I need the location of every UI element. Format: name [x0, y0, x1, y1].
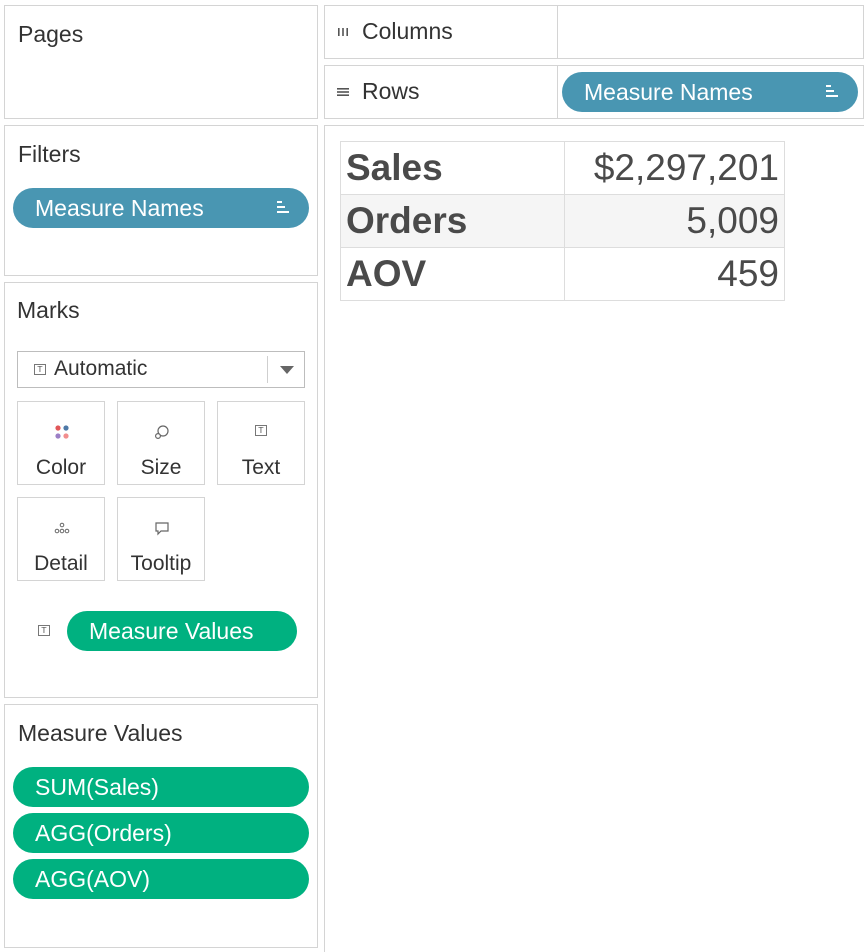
filter-pill-label: Measure Names	[35, 194, 204, 221]
color-icon	[55, 425, 69, 439]
shelf-divider	[557, 6, 558, 58]
row-header[interactable]: Sales	[340, 141, 565, 195]
measure-pill-sum-sales[interactable]: SUM(Sales)	[13, 767, 309, 807]
size-button[interactable]: Size	[117, 401, 205, 485]
mark-type-dropdown[interactable]: T Automatic	[17, 351, 305, 388]
measure-pill-label: AGG(Orders)	[35, 819, 172, 846]
table-row: Sales $2,297,201	[340, 141, 785, 195]
row-value[interactable]: $2,297,201	[564, 141, 785, 195]
row-value[interactable]: 459	[564, 247, 785, 301]
filter-pill-measure-names[interactable]: Measure Names	[13, 188, 309, 228]
pages-card: Pages	[4, 5, 318, 119]
color-button[interactable]: Color	[17, 401, 105, 485]
text-mark-icon: T	[34, 364, 46, 375]
table-row: AOV 459	[340, 247, 785, 301]
size-icon	[154, 425, 169, 440]
filters-title: Filters	[18, 141, 81, 167]
rows-pill-label: Measure Names	[584, 78, 753, 105]
marks-pill-measure-values[interactable]: Measure Values	[67, 611, 297, 651]
measure-pill-label: SUM(Sales)	[35, 773, 159, 800]
detail-icon	[54, 522, 70, 534]
table-row: Orders 5,009	[340, 194, 785, 248]
rows-icon	[337, 85, 349, 100]
text-icon: T	[255, 425, 267, 436]
tooltip-icon	[155, 522, 169, 536]
text-label: Text	[241, 456, 281, 479]
mark-type-value: Automatic	[54, 357, 148, 380]
detail-button[interactable]: Detail	[17, 497, 105, 581]
measure-pill-agg-orders[interactable]: AGG(Orders)	[13, 813, 309, 853]
shelf-divider	[557, 66, 558, 118]
detail-label: Detail	[34, 552, 88, 575]
rows-pill-measure-names[interactable]: Measure Names	[562, 72, 858, 112]
columns-label: Columns	[362, 18, 453, 44]
chevron-down-icon[interactable]	[280, 366, 294, 374]
measure-pill-agg-aov[interactable]: AGG(AOV)	[13, 859, 309, 899]
columns-icon	[337, 25, 349, 40]
marks-title: Marks	[17, 297, 80, 323]
measure-values-card: Measure Values SUM(Sales) AGG(Orders) AG…	[4, 704, 318, 948]
marks-pill-label: Measure Values	[89, 617, 254, 644]
size-label: Size	[140, 456, 182, 479]
rows-label: Rows	[362, 78, 420, 104]
filters-card: Filters Measure Names	[4, 125, 318, 276]
sort-icon	[826, 85, 838, 99]
text-button[interactable]: T Text	[217, 401, 305, 485]
tooltip-label: Tooltip	[130, 552, 192, 575]
pages-title: Pages	[18, 21, 84, 47]
sort-icon	[277, 201, 289, 215]
dropdown-divider	[267, 356, 268, 383]
tooltip-button[interactable]: Tooltip	[117, 497, 205, 581]
row-header[interactable]: AOV	[340, 247, 565, 301]
measure-pill-label: AGG(AOV)	[35, 865, 151, 892]
text-encoding-icon[interactable]: T	[38, 625, 50, 636]
columns-shelf[interactable]: Columns	[324, 5, 864, 59]
measure-values-title: Measure Values	[18, 720, 183, 746]
row-value[interactable]: 5,009	[564, 194, 785, 248]
color-label: Color	[35, 456, 87, 479]
text-table: Sales $2,297,201 Orders 5,009 AOV 459	[340, 141, 785, 301]
row-header[interactable]: Orders	[340, 194, 565, 248]
